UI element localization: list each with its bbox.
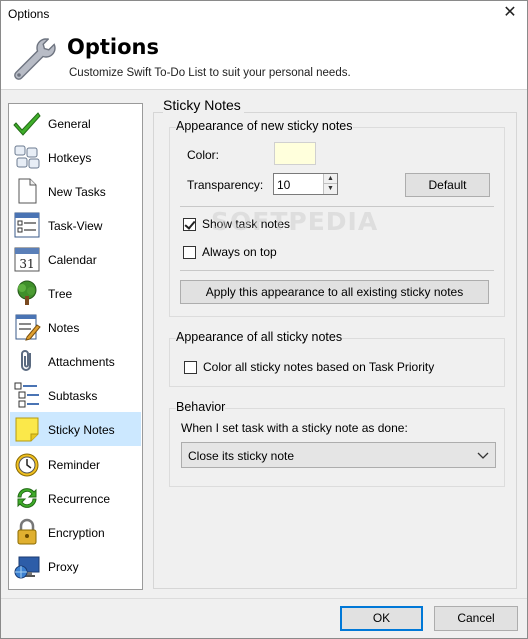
spin-up-icon[interactable]: ▲	[323, 174, 337, 184]
chevron-down-icon	[477, 452, 489, 459]
tree-icon	[17, 280, 37, 305]
color-by-priority-label: Color all sticky notes based on Task Pri…	[203, 360, 435, 374]
sidebar-item-attachments[interactable]: Attachments	[10, 344, 141, 378]
ok-button[interactable]: OK	[340, 606, 423, 631]
sidebar-item-hotkeys[interactable]: Hotkeys	[10, 140, 141, 174]
group-behavior-title: Behavior	[176, 400, 226, 414]
sidebar-item-notes[interactable]: Notes	[10, 310, 141, 344]
spin-down-icon[interactable]: ▼	[323, 184, 337, 194]
default-button[interactable]: Default	[405, 173, 490, 197]
always-on-top-checkbox[interactable]	[183, 246, 196, 259]
watermark: SOFTPEDIA	[211, 207, 379, 236]
title-bar: Options ✕	[1, 1, 527, 27]
padlock-icon	[17, 518, 37, 545]
done-action-dropdown[interactable]: Close its sticky note	[181, 442, 496, 468]
page-title: Options	[67, 35, 159, 59]
options-sidebar: General Hotkeys New Tasks Task-View 31 C…	[8, 103, 143, 590]
sidebar-item-tree[interactable]: Tree	[10, 276, 141, 310]
sidebar-item-task-view[interactable]: Task-View	[10, 208, 141, 242]
options-dialog: Options ✕ Options Customize Swift To-Do …	[0, 0, 528, 639]
sticky-note-icon	[15, 417, 39, 442]
task-view-icon	[14, 212, 40, 238]
show-task-notes-checkbox[interactable]	[183, 218, 196, 231]
sidebar-item-recurrence[interactable]: Recurrence	[10, 481, 141, 515]
always-on-top-label: Always on top	[202, 245, 277, 259]
subtasks-icon	[14, 382, 39, 408]
window-title: Options	[8, 7, 50, 21]
dialog-footer: OK Cancel	[1, 598, 527, 638]
page-subtitle: Customize Swift To-Do List to suit your …	[69, 67, 351, 79]
checkmark-icon	[13, 112, 41, 136]
sidebar-item-general[interactable]: General	[10, 106, 141, 140]
notes-icon	[15, 314, 41, 341]
sidebar-item-encryption[interactable]: Encryption	[10, 515, 141, 549]
dialog-header: Options Customize Swift To-Do List to su…	[1, 27, 527, 90]
transparency-value[interactable]: 10	[277, 178, 290, 192]
alarm-clock-icon	[15, 453, 39, 477]
cancel-button[interactable]: Cancel	[434, 606, 518, 631]
keyboard-icon	[14, 145, 40, 169]
color-by-priority-checkbox[interactable]	[184, 361, 197, 374]
color-swatch[interactable]	[274, 142, 316, 165]
sidebar-item-proxy[interactable]: Proxy	[10, 549, 141, 583]
done-action-label: When I set task with a sticky note as do…	[181, 421, 408, 435]
calendar-day-number: 31	[19, 257, 34, 271]
sidebar-item-reminder[interactable]: Reminder	[10, 447, 141, 481]
sidebar-item-sticky-notes[interactable]: Sticky Notes	[10, 412, 141, 446]
done-action-value: Close its sticky note	[188, 449, 295, 463]
panel-title: Sticky Notes	[163, 97, 244, 113]
apply-to-all-button[interactable]: Apply this appearance to all existing st…	[180, 280, 489, 304]
sidebar-item-subtasks[interactable]: Subtasks	[10, 378, 141, 412]
wrench-icon	[14, 38, 56, 80]
paperclip-icon	[21, 350, 31, 371]
transparency-label: Transparency:	[187, 178, 264, 192]
calendar-icon: 31	[14, 247, 40, 272]
sidebar-item-new-tasks[interactable]: New Tasks	[10, 174, 141, 208]
recurrence-icon	[17, 488, 37, 508]
color-label: Color:	[187, 148, 220, 162]
monitor-globe-icon	[14, 556, 40, 579]
transparency-spinner[interactable]: 10 ▲ ▼	[273, 173, 338, 195]
group-appearance-new-title: Appearance of new sticky notes	[176, 119, 353, 133]
group-appearance-all-title: Appearance of all sticky notes	[176, 330, 343, 344]
new-document-icon	[18, 178, 37, 204]
sidebar-item-calendar[interactable]: 31 Calendar	[10, 242, 141, 276]
divider	[180, 270, 494, 271]
close-icon[interactable]: ✕	[493, 1, 527, 27]
